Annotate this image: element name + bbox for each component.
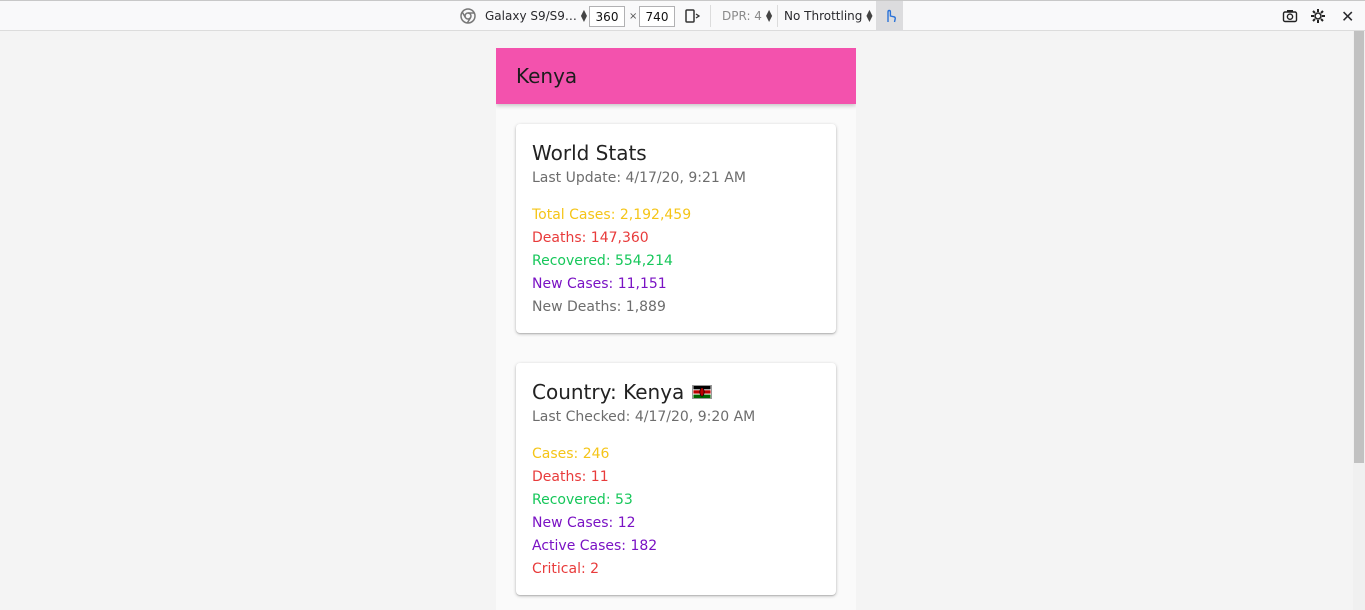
rotate-icon[interactable] — [684, 1, 702, 31]
touch-simulation-icon[interactable] — [876, 1, 903, 31]
device-viewport: Kenya World Stats Last Update: 4/17/20, … — [496, 48, 856, 610]
responsive-design-toolbar: Galaxy S9/S9… ▲ ▼ 360 × 740 DPR: 4 ▲ ▼ No … — [0, 0, 1365, 31]
close-icon[interactable]: ✕ — [1341, 1, 1357, 31]
device-label: Galaxy S9/S9… — [485, 9, 577, 23]
country-stats-title-row: Country: Kenya — [532, 379, 820, 405]
toolbar-divider — [710, 5, 711, 27]
viewport-width-input[interactable]: 360 — [589, 6, 625, 27]
throttling-selector[interactable]: No Throttling ▲ ▼ — [784, 1, 873, 31]
dpr-selector[interactable]: DPR: 4 ▲ ▼ — [722, 1, 772, 31]
last-checked-text: Last Checked: 4/17/20, 9:20 AM — [532, 409, 756, 425]
dpr-label: DPR: 4 — [722, 9, 762, 23]
new-deaths-stat: New Deaths: 1,889 — [532, 299, 666, 315]
country-stats-list: Cases: 246 Deaths: 11 Recovered: 53 New … — [532, 443, 820, 581]
device-selector[interactable]: Galaxy S9/S9… ▲ ▼ — [485, 1, 587, 31]
camera-icon[interactable] — [1282, 1, 1300, 31]
viewport-height-input[interactable]: 740 — [639, 6, 675, 27]
country-stats-card: Country: Kenya Last Checked: 4/17/20, 9:… — [516, 363, 836, 595]
country-stats-title: Country: Kenya — [532, 380, 685, 404]
throttling-label: No Throttling — [784, 9, 863, 23]
chevron-updown-icon: ▲ ▼ — [580, 8, 588, 23]
world-stats-list: Total Cases: 2,192,459 Deaths: 147,360 R… — [532, 204, 820, 319]
deaths-stat: Deaths: 11 — [532, 469, 609, 485]
chevron-updown-icon: ▲ ▼ — [866, 8, 873, 23]
chrome-icon — [460, 1, 478, 31]
toolbar-divider — [777, 5, 778, 27]
gear-icon[interactable] — [1310, 1, 1328, 31]
last-update-text: Last Update: 4/17/20, 9:21 AM — [532, 170, 746, 186]
world-stats-card: World Stats Last Update: 4/17/20, 9:21 A… — [516, 124, 836, 333]
total-cases-stat: Total Cases: 2,192,459 — [532, 207, 692, 223]
world-stats-title: World Stats — [532, 141, 647, 165]
kenya-flag-icon — [692, 385, 713, 399]
scrollbar-thumb[interactable] — [1354, 31, 1364, 463]
critical-stat: Critical: 2 — [532, 561, 600, 577]
app-bar: Kenya — [496, 48, 856, 104]
deaths-stat: Deaths: 147,360 — [532, 230, 649, 246]
active-cases-stat: Active Cases: 182 — [532, 538, 658, 554]
new-cases-stat: New Cases: 11,151 — [532, 276, 667, 292]
cases-stat: Cases: 246 — [532, 446, 610, 462]
times-label: × — [629, 10, 638, 22]
recovered-stat: Recovered: 53 — [532, 492, 633, 508]
chevron-updown-icon: ▲ ▼ — [765, 8, 773, 23]
app-title: Kenya — [516, 64, 578, 88]
new-cases-stat: New Cases: 12 — [532, 515, 636, 531]
recovered-stat: Recovered: 554,214 — [532, 253, 673, 269]
